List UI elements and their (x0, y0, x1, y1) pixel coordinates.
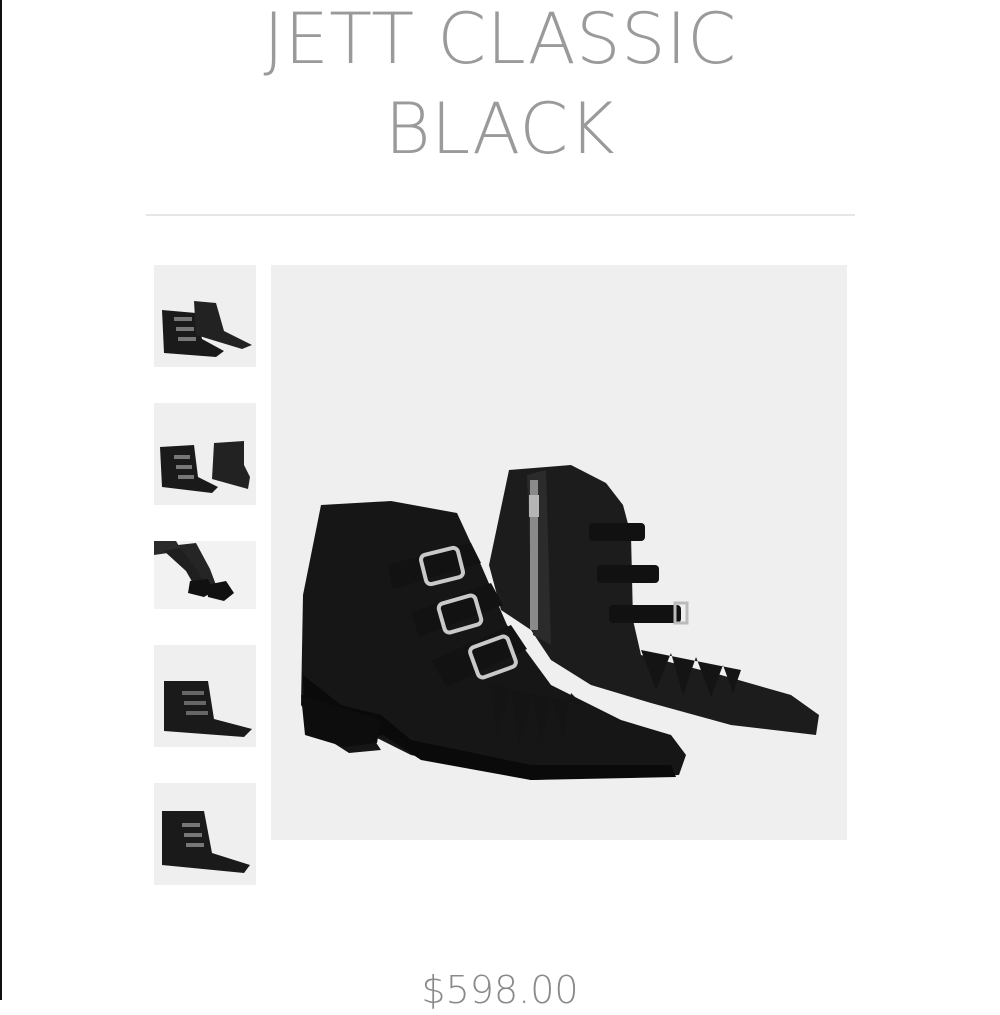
product-title: JETT CLASSIC BLACK (0, 0, 1000, 174)
boots-pair-illustration (271, 265, 847, 840)
single-boot-side-thumbnail-image (154, 645, 256, 747)
single-boot-front-thumbnail-image (154, 783, 256, 885)
gallery-thumbnail-1[interactable] (154, 265, 256, 367)
main-product-image[interactable] (271, 265, 847, 840)
product-title-line2: BLACK (384, 88, 616, 170)
gallery-thumbnail-3[interactable] (154, 541, 256, 609)
gallery-thumbnail-4[interactable] (154, 645, 256, 747)
title-divider (146, 214, 855, 216)
boot-pair-angle-thumbnail-image (154, 403, 256, 505)
gallery-thumbnail-2[interactable] (154, 403, 256, 505)
boots-worn-thumbnail-image (154, 541, 256, 609)
gallery-thumbnail-5[interactable] (154, 783, 256, 885)
product-price: $598.00 (421, 968, 579, 1012)
product-title-line1: JETT CLASSIC (263, 0, 737, 80)
boot-pair-thumbnail-image (154, 265, 256, 367)
